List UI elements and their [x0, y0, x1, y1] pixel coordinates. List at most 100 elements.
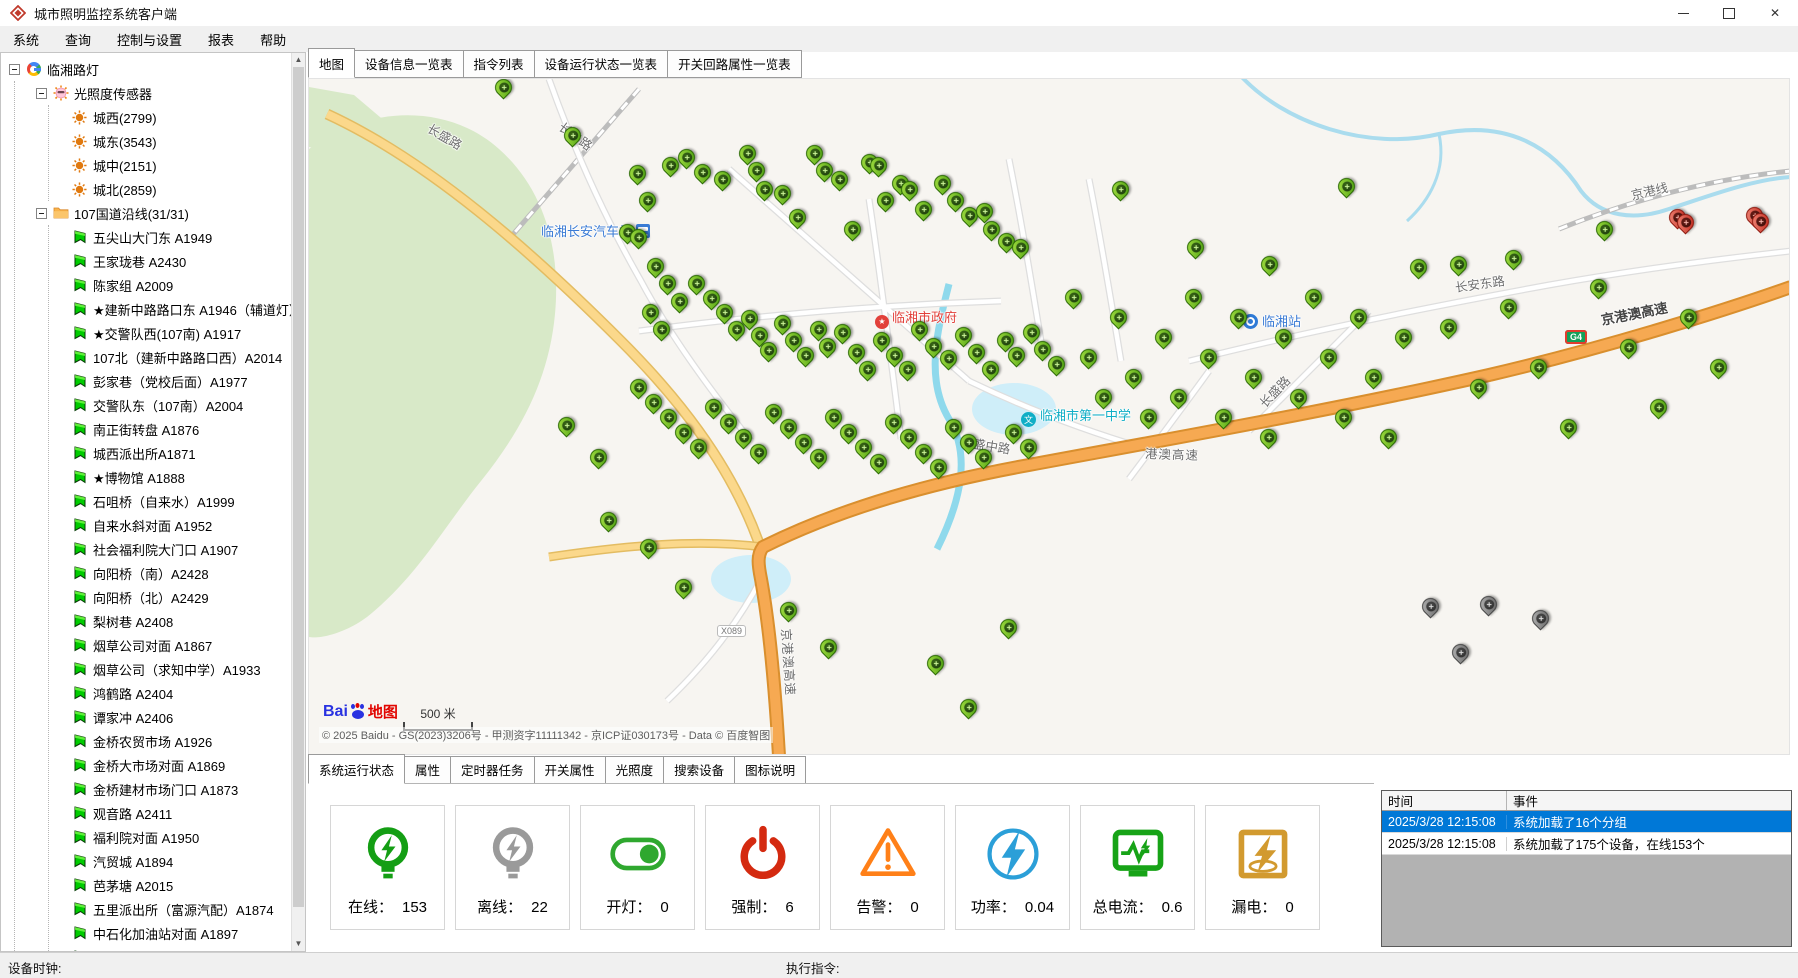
- tree-item[interactable]: 陈家组 A2009: [49, 273, 292, 297]
- bottom-tab-4[interactable]: 光照度: [606, 756, 665, 784]
- event-log-row[interactable]: 2025/3/28 12:15:08系统加载了16个分组: [1382, 811, 1791, 833]
- tree-item[interactable]: 烟草公司对面 A1867: [49, 633, 292, 657]
- sun-icon: [71, 181, 88, 198]
- tree-item[interactable]: 王家珑巷 A2430: [49, 249, 292, 273]
- device-icon: [71, 589, 88, 606]
- tree-item[interactable]: 金桥农贸市场 A1926: [49, 729, 292, 753]
- event-log-row[interactable]: 2025/3/28 12:15:08系统加载了175个设备，在线153个: [1382, 833, 1791, 855]
- tree-item[interactable]: 鸿鹤路 A2404: [49, 681, 292, 705]
- tree-item[interactable]: 城西(2799): [49, 105, 292, 129]
- tree-item[interactable]: ★建新中路路口东 A1946（辅道灯）: [49, 297, 292, 321]
- pin-plus-icon: +: [919, 205, 929, 215]
- tree-item[interactable]: 金桥大市场对面 A1869: [49, 753, 292, 777]
- tree-item[interactable]: 社会福利院大门口 A1907: [49, 537, 292, 561]
- pin-plus-icon: +: [980, 207, 990, 217]
- device-icon: [71, 277, 88, 294]
- pin-plus-icon: +: [1384, 433, 1394, 443]
- tree-item[interactable]: ★交警队西(107南) A1917: [49, 321, 292, 345]
- bottom-tab-1[interactable]: 属性: [405, 756, 451, 784]
- tree-item[interactable]: 金桥建材市场门口 A1873: [49, 777, 292, 801]
- maximize-icon: [1723, 8, 1735, 19]
- bottom-tab-2[interactable]: 定时器任务: [451, 756, 535, 784]
- pin-plus-icon: +: [745, 314, 755, 324]
- tree-item[interactable]: 福利院对面 A1950: [49, 825, 292, 849]
- baidu-logo-bai: Bai: [323, 703, 348, 721]
- pin-plus-icon: +: [754, 448, 764, 458]
- device-icon: [71, 445, 88, 462]
- tree-item[interactable]: 观音路 A2411: [49, 801, 292, 825]
- minimize-button[interactable]: [1660, 0, 1706, 26]
- event-time: 2025/3/28 12:15:08: [1382, 837, 1507, 851]
- menu-item-2[interactable]: 控制与设置: [104, 26, 195, 53]
- tree-item[interactable]: 南正街转盘 A1876: [49, 417, 292, 441]
- tree-item[interactable]: 芭茅塘 A2015: [49, 873, 292, 897]
- tree-item[interactable]: 向阳桥（北）A2429: [49, 585, 292, 609]
- bottom-tab-3[interactable]: 开关属性: [535, 756, 606, 784]
- pin-plus-icon: +: [863, 365, 873, 375]
- tree-item[interactable]: 自来水斜对面 A1952: [49, 513, 292, 537]
- tree-item[interactable]: ★博物馆 A1888: [49, 465, 292, 489]
- tree-item[interactable]: 五尖山大门东 A1949: [49, 225, 292, 249]
- tree-item[interactable]: 城中(2151): [49, 153, 292, 177]
- pin-plus-icon: +: [664, 413, 674, 423]
- pin-plus-icon: +: [1116, 185, 1126, 195]
- tree-expander-icon[interactable]: [9, 64, 20, 75]
- menu-item-0[interactable]: 系统: [0, 26, 52, 53]
- tree-item[interactable]: 中石化加油站对面 A1897: [49, 921, 292, 945]
- tree-item[interactable]: [49, 945, 292, 952]
- tree-item[interactable]: 汽贸城 A1894: [49, 849, 292, 873]
- device-icon: [71, 853, 88, 870]
- tree-item[interactable]: 五里派出所（富源汽配）A1874: [49, 897, 292, 921]
- tree-item-label: 自来水斜对面 A1952: [93, 516, 212, 535]
- pin-plus-icon: +: [1249, 373, 1259, 383]
- sun-icon: [71, 109, 88, 126]
- scroll-down-icon[interactable]: ▼: [292, 937, 305, 951]
- map-tab-1[interactable]: 设备信息一览表: [355, 50, 464, 78]
- tree-item[interactable]: 城北(2859): [49, 177, 292, 201]
- tree-item-label: 鸿鹤路 A2404: [93, 684, 173, 703]
- tree-item[interactable]: 向阳桥（南）A2428: [49, 561, 292, 585]
- card-label: 强制：: [731, 896, 776, 917]
- scrollbar-thumb[interactable]: [293, 67, 304, 907]
- tree-item[interactable]: 107北（建新中路路口西）A2014: [49, 345, 292, 369]
- map-tab-2[interactable]: 指令列表: [464, 50, 535, 78]
- pin-plus-icon: +: [707, 294, 717, 304]
- pin-plus-icon: +: [1002, 237, 1012, 247]
- map-tab-0[interactable]: 地图: [308, 48, 355, 78]
- tree-item[interactable]: 交警队东（107南）A2004: [49, 393, 292, 417]
- card-label: 总电流：: [1093, 896, 1153, 917]
- tree-item[interactable]: 梨树巷 A2408: [49, 609, 292, 633]
- pin-plus-icon: +: [604, 516, 614, 526]
- bottom-tab-6[interactable]: 图标说明: [735, 756, 806, 784]
- tree-item[interactable]: 城东(3543): [49, 129, 292, 153]
- menu-item-1[interactable]: 查询: [52, 26, 104, 53]
- menu-item-4[interactable]: 帮助: [247, 26, 299, 53]
- close-button[interactable]: ✕: [1752, 0, 1798, 26]
- tree-item[interactable]: 107国道沿线(31/31): [15, 201, 292, 225]
- tree-scrollbar[interactable]: ▲ ▼: [291, 53, 305, 951]
- tree-item[interactable]: 石咀桥（自来水）A1999: [49, 489, 292, 513]
- map-canvas[interactable]: 长白路长盛路京港线长安东路临湘长安汽车站★临湘市政府临湘站文临湘市第一中学长盛中…: [308, 78, 1790, 755]
- device-icon: [71, 565, 88, 582]
- baidu-logo-map: 地图: [368, 701, 398, 722]
- tree-item[interactable]: 临湘路灯: [1, 57, 292, 81]
- maximize-button[interactable]: [1706, 0, 1752, 26]
- pin-plus-icon: +: [987, 225, 997, 235]
- menu-item-3[interactable]: 报表: [195, 26, 247, 53]
- tree-item[interactable]: 谭家冲 A2406: [49, 705, 292, 729]
- pin-plus-icon: +: [679, 428, 689, 438]
- map-tab-3[interactable]: 设备运行状态一览表: [535, 50, 669, 78]
- bottom-tab-0[interactable]: 系统运行状态: [308, 754, 405, 784]
- tree-item[interactable]: 光照度传感器: [15, 81, 292, 105]
- card-value: 153: [402, 899, 427, 916]
- tree-expander-icon[interactable]: [36, 88, 47, 99]
- scroll-up-icon[interactable]: ▲: [292, 53, 305, 67]
- tree-item[interactable]: 烟草公司（求知中学）A1933: [49, 657, 292, 681]
- tree-item[interactable]: 彭家巷（党校后面）A1977: [49, 369, 292, 393]
- map-label-text: 临湘市第一中学: [1040, 408, 1131, 423]
- tree-item[interactable]: 城西派出所A1871: [49, 441, 292, 465]
- bottom-tab-5[interactable]: 搜索设备: [664, 756, 735, 784]
- gov-badge-icon: ★: [875, 315, 889, 329]
- tree-expander-icon[interactable]: [36, 208, 47, 219]
- map-tab-4[interactable]: 开关回路属性一览表: [668, 50, 802, 78]
